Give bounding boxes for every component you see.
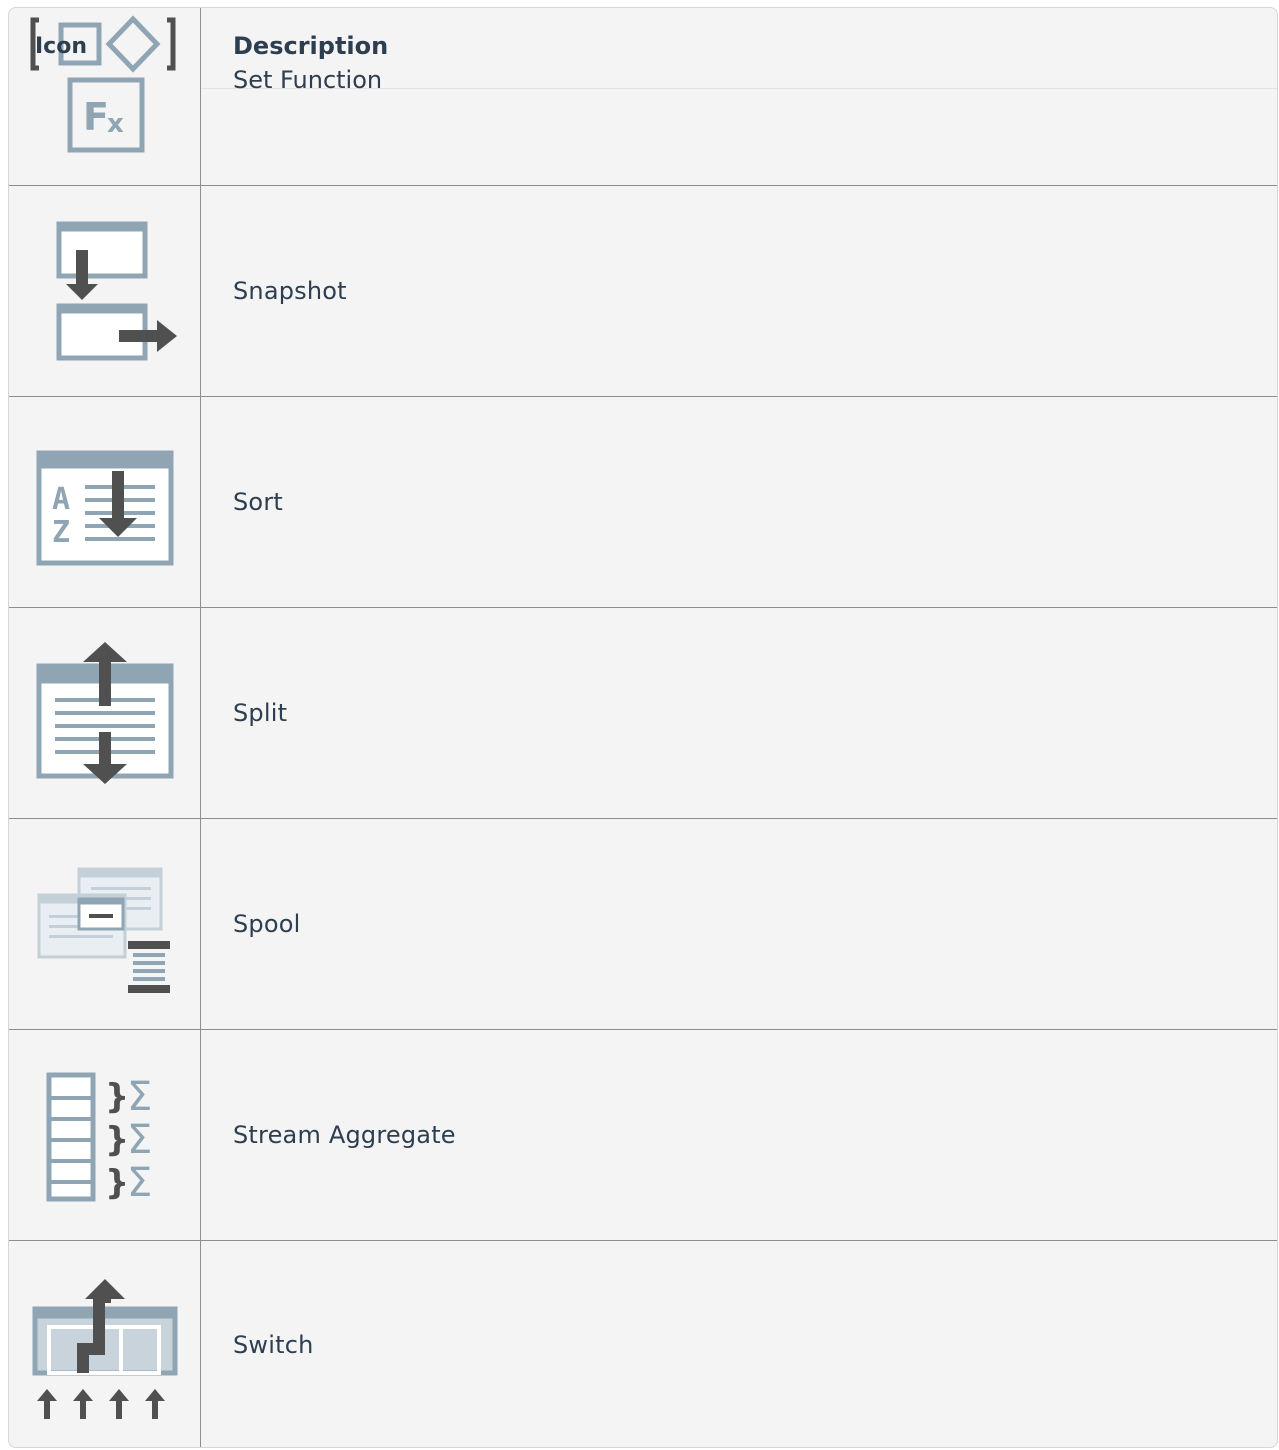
operators-table: F x Icon Description Set Function Snapsh…	[8, 7, 1278, 1448]
svg-text:x: x	[107, 109, 124, 139]
icon-cell	[9, 1241, 200, 1447]
table-row: Spool	[9, 818, 1277, 1029]
svg-text:Σ: Σ	[127, 1117, 152, 1163]
icon-cell	[9, 186, 200, 396]
split-icon	[36, 642, 174, 784]
svg-text:Σ: Σ	[127, 1074, 152, 1120]
svg-text:}: }	[105, 1077, 129, 1117]
row-description: Sort	[233, 488, 283, 516]
svg-text:Σ: Σ	[127, 1160, 152, 1206]
sort-icon: A Z	[36, 450, 174, 566]
row-description: Split	[233, 699, 288, 727]
icon-cell	[9, 819, 200, 1029]
row-description: Stream Aggregate	[233, 1121, 456, 1149]
row-description: Switch	[233, 1331, 314, 1359]
svg-text:A: A	[52, 482, 70, 517]
table-row: } } } Σ Σ Σ Stream Aggregate	[9, 1029, 1277, 1240]
svg-text:F: F	[83, 95, 109, 139]
svg-text:}: }	[105, 1163, 129, 1203]
icon-cell: F x Icon	[9, 8, 200, 185]
stream-aggregate-icon: } } } Σ Σ Σ	[46, 1072, 152, 1206]
row-description: Snapshot	[233, 277, 347, 305]
table-row: F x Icon Description Set Function	[9, 8, 1277, 185]
table-row: Switch	[9, 1240, 1277, 1447]
row-description: Spool	[233, 910, 301, 938]
table-row: A Z Sort	[9, 396, 1277, 607]
spool-icon	[37, 867, 170, 993]
switch-icon	[32, 1279, 178, 1419]
svg-text:}: }	[105, 1120, 129, 1160]
icon-cell	[9, 608, 200, 818]
header-description-label: Description	[233, 32, 389, 60]
table-row: Split	[9, 607, 1277, 818]
icon-cell: } } } Σ Σ Σ	[9, 1030, 200, 1240]
icon-cell: A Z	[9, 397, 200, 607]
header-icon-label: Icon	[35, 34, 88, 59]
row-description: Set Function	[233, 66, 383, 94]
snapshot-icon	[56, 221, 177, 361]
table-row: Snapshot	[9, 185, 1277, 396]
svg-text:Z: Z	[52, 515, 70, 550]
